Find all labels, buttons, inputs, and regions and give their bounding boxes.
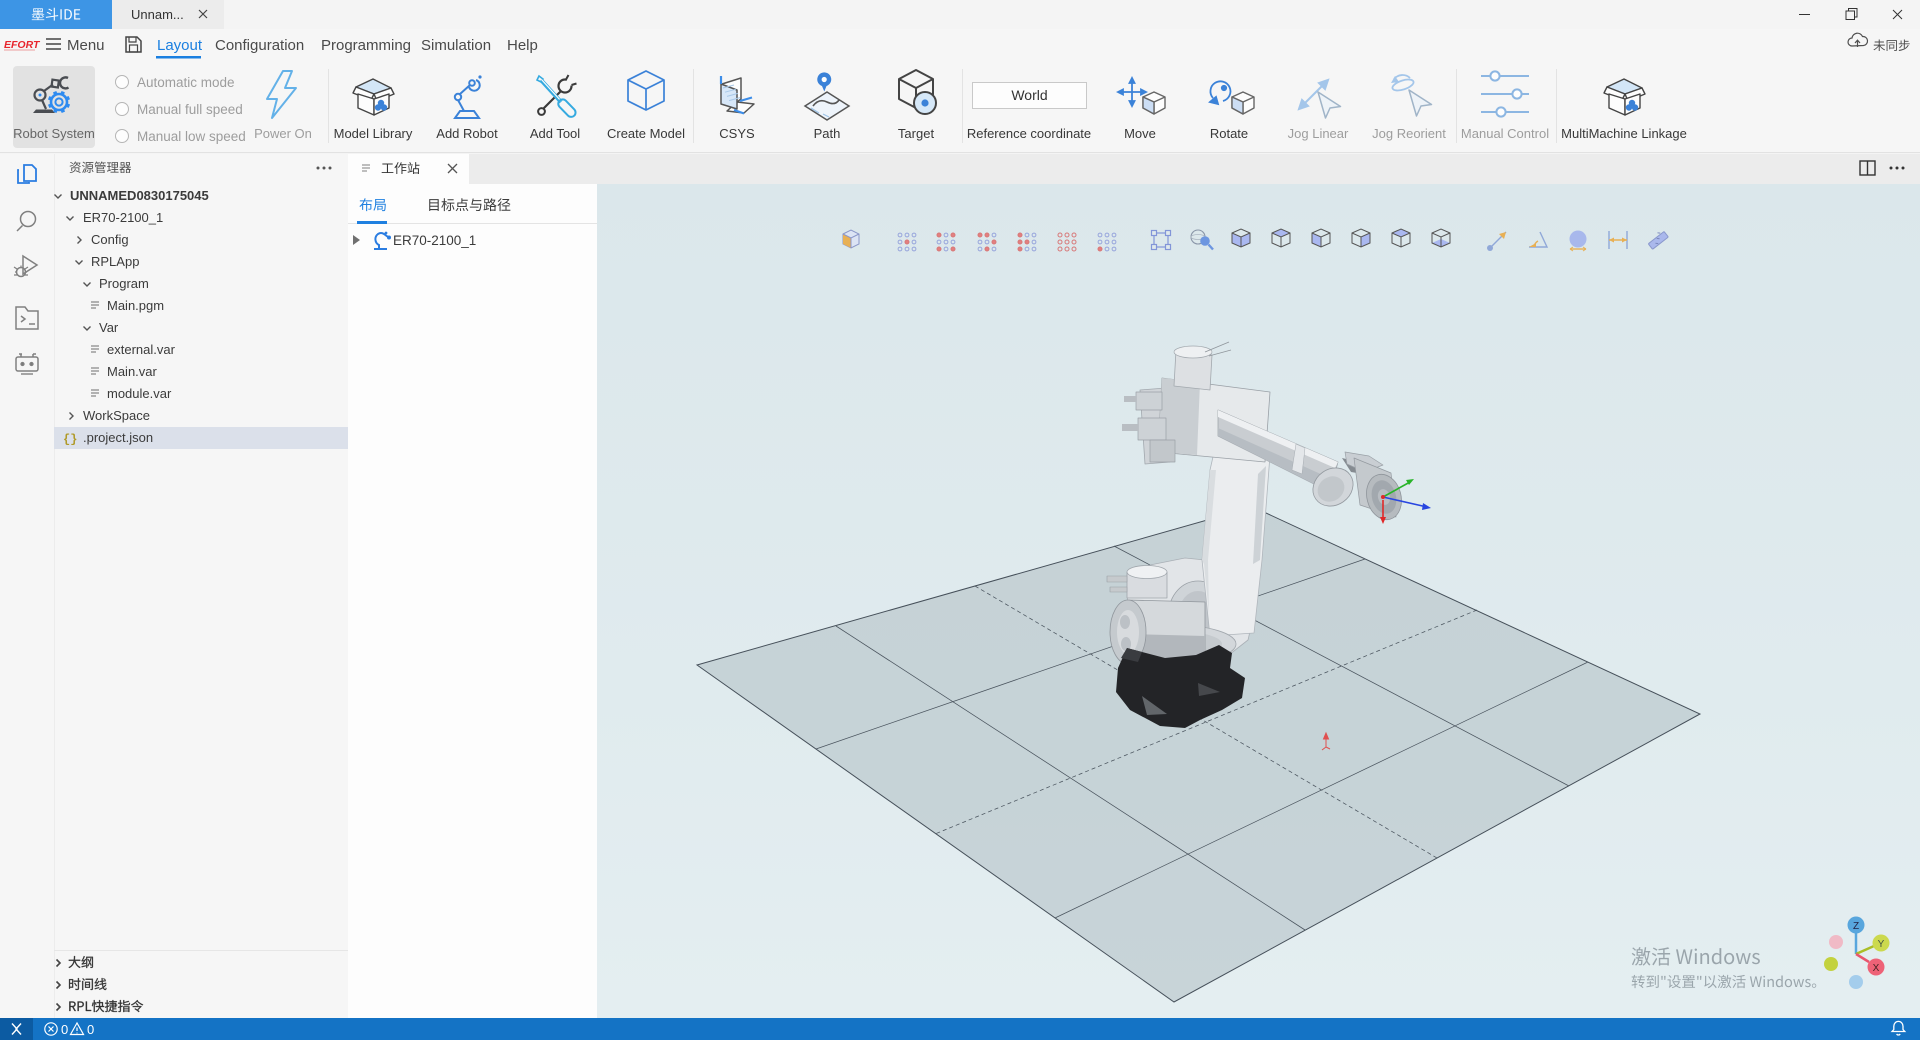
svg-text:Z: Z (1853, 921, 1859, 932)
svg-text:Y: Y (1878, 939, 1885, 950)
svg-text:X: X (1873, 963, 1880, 974)
